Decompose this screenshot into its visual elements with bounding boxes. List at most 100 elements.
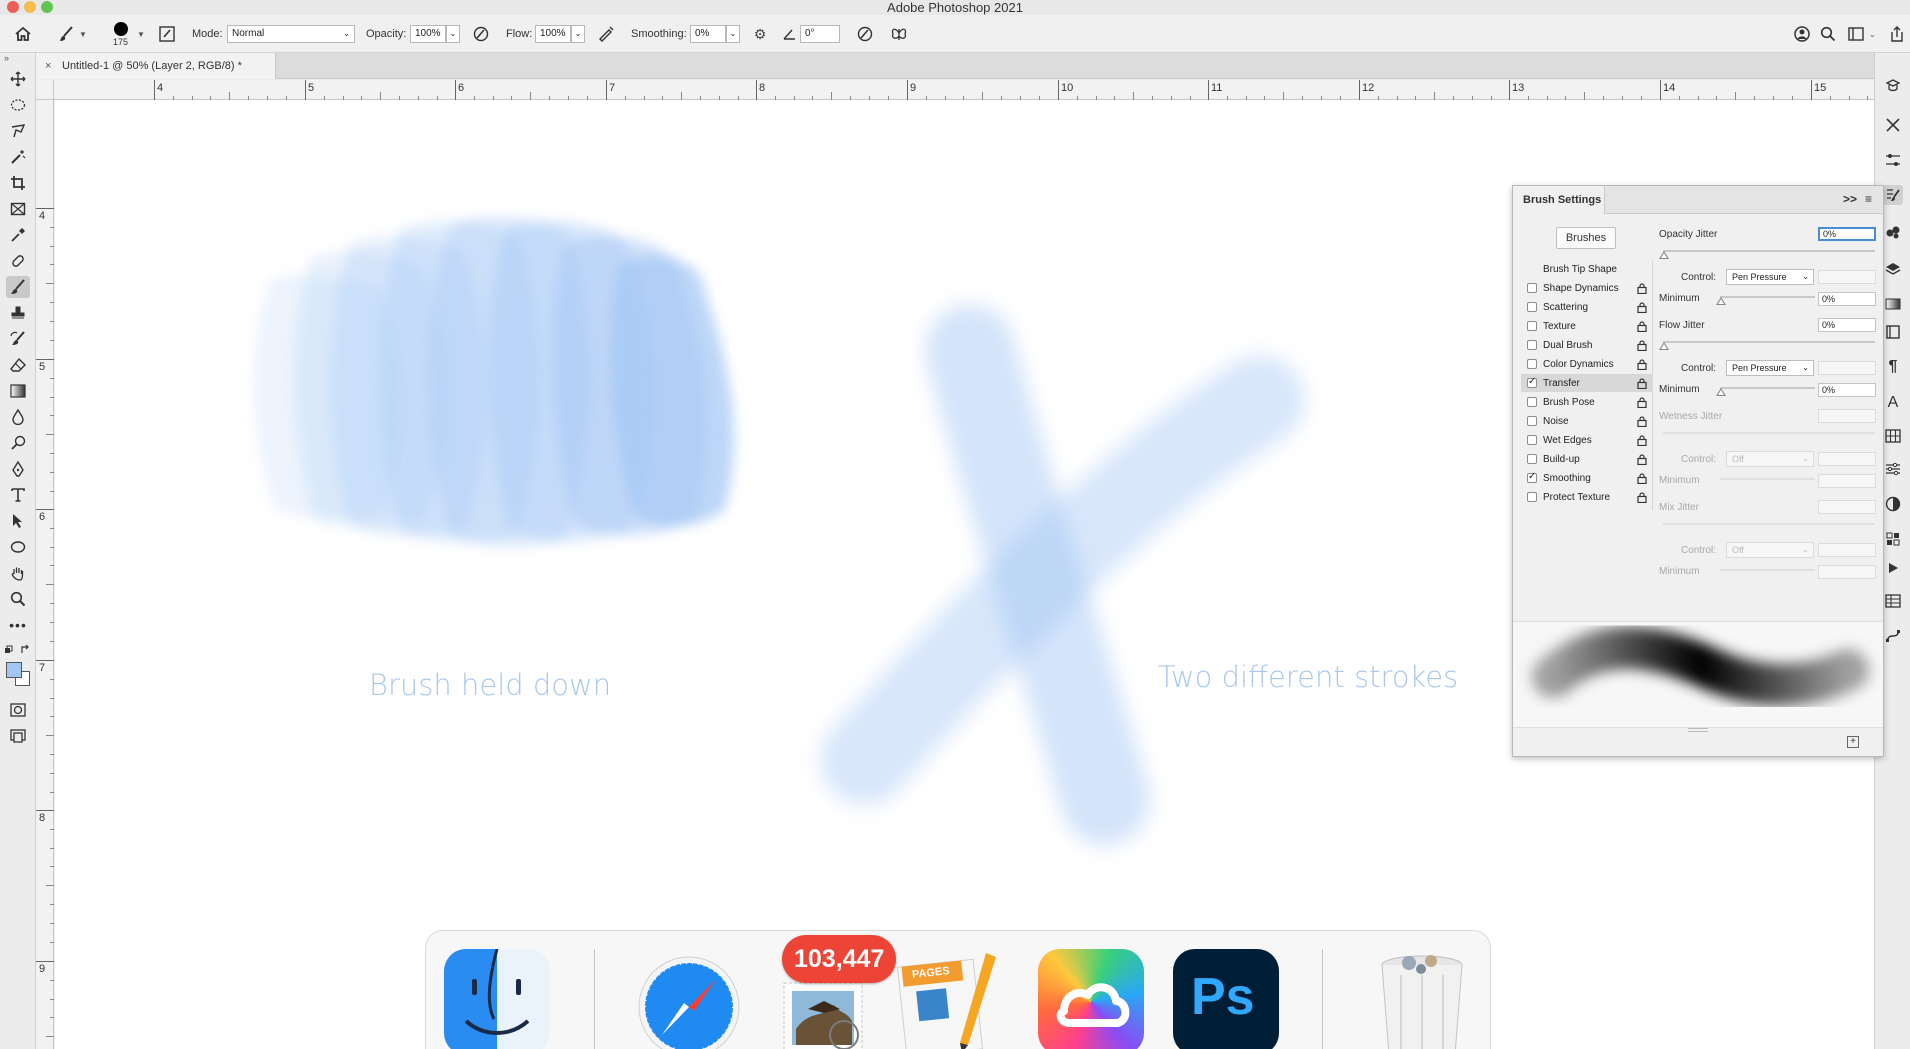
zoom-window-button[interactable]: [41, 1, 53, 13]
pages-app[interactable]: PAGES: [896, 949, 1002, 1049]
brush-settings-panel-button[interactable]: [1883, 185, 1903, 205]
pressure-opacity-button[interactable]: [472, 15, 490, 53]
dodge-tool[interactable]: [6, 432, 30, 454]
option-protect-texture[interactable]: Protect Texture: [1521, 488, 1653, 506]
airbrush-button[interactable]: [597, 15, 615, 53]
option-checkbox[interactable]: [1527, 302, 1537, 312]
document-tab[interactable]: × Untitled-1 @ 50% (Layer 2, RGB/8) *: [36, 53, 276, 79]
symmetry-button[interactable]: [890, 15, 908, 53]
lock-icon[interactable]: [1637, 415, 1647, 427]
option-scattering[interactable]: Scattering: [1521, 298, 1653, 316]
hand-tool[interactable]: [6, 562, 30, 584]
opacity-jitter-input[interactable]: 0%: [1818, 227, 1876, 241]
lock-icon[interactable]: [1637, 434, 1647, 446]
type-tool[interactable]: [6, 484, 30, 506]
flow-input[interactable]: 100%: [535, 25, 571, 43]
option-color-dynamics[interactable]: Color Dynamics: [1521, 355, 1653, 373]
opacity-minimum-slider[interactable]: [1720, 296, 1815, 298]
flow-minimum-input[interactable]: 0%: [1818, 383, 1876, 397]
flow-jitter-slider[interactable]: [1663, 341, 1875, 343]
opacity-jitter-thumb[interactable]: [1659, 251, 1669, 259]
eraser-tool[interactable]: [6, 354, 30, 376]
pressure-size-button[interactable]: [856, 15, 874, 53]
workspace-button[interactable]: ⌄: [1848, 15, 1876, 53]
edit-toolbar-button[interactable]: •••: [6, 614, 30, 636]
gradients-panel-button[interactable]: [1883, 294, 1903, 314]
foreground-color-swatch[interactable]: [6, 662, 22, 678]
lasso-tool[interactable]: [6, 120, 30, 142]
blur-tool[interactable]: [6, 406, 30, 428]
close-window-button[interactable]: [7, 1, 19, 13]
option-checkbox[interactable]: [1527, 340, 1537, 350]
option-checkbox[interactable]: [1527, 416, 1537, 426]
opacity-input[interactable]: 100%: [410, 25, 446, 43]
panel-resize-grip[interactable]: [1688, 728, 1708, 732]
paths-panel-button[interactable]: [1883, 626, 1903, 646]
move-tool[interactable]: [6, 68, 30, 90]
option-checkbox[interactable]: [1527, 359, 1537, 369]
opacity-dropdown[interactable]: ⌄: [446, 25, 460, 43]
color-swap-controls[interactable]: [4, 643, 32, 657]
lock-icon[interactable]: [1637, 320, 1647, 332]
lock-icon[interactable]: [1637, 339, 1647, 351]
opacity-jitter-slider[interactable]: [1663, 250, 1875, 252]
opacity-minimum-thumb[interactable]: [1716, 297, 1726, 305]
flow-minimum-slider[interactable]: [1720, 387, 1815, 389]
screen-mode-button[interactable]: [6, 725, 30, 747]
photoshop-app[interactable]: Ps: [1173, 949, 1279, 1049]
option-checkbox[interactable]: [1527, 492, 1537, 502]
character-panel-button[interactable]: A: [1883, 393, 1903, 413]
path-selection-tool[interactable]: [6, 510, 30, 532]
lock-icon[interactable]: [1637, 396, 1647, 408]
smoothing-options-button[interactable]: ⚙: [750, 15, 770, 53]
flow-dropdown[interactable]: ⌄: [571, 25, 585, 43]
color-panel-button[interactable]: [1883, 494, 1903, 514]
history-brush-tool[interactable]: [6, 328, 30, 350]
option-checkbox[interactable]: [1527, 435, 1537, 445]
brush-picker-chevron[interactable]: ▼: [134, 15, 145, 53]
smoothing-input[interactable]: 0%: [690, 25, 726, 43]
option-checkbox[interactable]: [1527, 471, 1537, 483]
close-tab-icon[interactable]: ×: [45, 53, 51, 79]
brush-settings-toggle[interactable]: [158, 15, 176, 53]
tool-preset-picker[interactable]: ▼: [58, 15, 87, 53]
clone-stamp-tool[interactable]: [6, 302, 30, 324]
opacity-minimum-input[interactable]: 0%: [1818, 292, 1876, 306]
learn-panel-button[interactable]: [1883, 75, 1903, 95]
vertical-ruler[interactable]: 4 5 6 7 8 9: [36, 100, 54, 1049]
creative-cloud-app[interactable]: [1038, 949, 1144, 1049]
learn-button[interactable]: [1793, 15, 1811, 53]
tables-panel-button[interactable]: [1883, 591, 1903, 611]
quick-mask-button[interactable]: [6, 699, 30, 721]
option-smoothing[interactable]: Smoothing: [1521, 469, 1653, 487]
flow-minimum-thumb[interactable]: [1716, 388, 1726, 396]
lock-icon[interactable]: [1637, 301, 1647, 313]
flow-jitter-thumb[interactable]: [1659, 342, 1669, 350]
adjustments-button[interactable]: [1883, 150, 1903, 170]
pen-tool[interactable]: [6, 458, 30, 480]
option-brush-pose[interactable]: Brush Pose: [1521, 393, 1653, 411]
eyedropper-tool[interactable]: [6, 224, 30, 246]
brushes-panel-button[interactable]: [1883, 222, 1903, 242]
magic-wand-tool[interactable]: [6, 146, 30, 168]
flow-jitter-input[interactable]: 0%: [1818, 318, 1876, 332]
brush-angle-input[interactable]: 0°: [800, 25, 840, 43]
lock-icon[interactable]: [1637, 453, 1647, 465]
option-shape-dynamics[interactable]: Shape Dynamics: [1521, 279, 1653, 297]
option-checkbox[interactable]: [1527, 397, 1537, 407]
properties-panel-button[interactable]: [1883, 459, 1903, 479]
option-checkbox[interactable]: [1527, 376, 1537, 388]
panel-tab-brush-settings[interactable]: Brush Settings: [1513, 186, 1605, 214]
option-checkbox[interactable]: [1527, 283, 1537, 293]
brush-tool[interactable]: [6, 276, 30, 298]
lock-icon[interactable]: [1637, 472, 1647, 484]
layers-panel-button[interactable]: [1883, 259, 1903, 279]
gradient-tool[interactable]: [6, 380, 30, 402]
safari-app[interactable]: [636, 949, 742, 1049]
brushes-button[interactable]: Brushes: [1556, 227, 1616, 249]
share-button[interactable]: [1889, 15, 1905, 53]
actions-panel-button[interactable]: [1883, 558, 1903, 578]
healing-brush-tool[interactable]: [6, 250, 30, 272]
libraries-panel-button[interactable]: [1883, 322, 1903, 342]
lock-icon[interactable]: [1637, 282, 1647, 294]
